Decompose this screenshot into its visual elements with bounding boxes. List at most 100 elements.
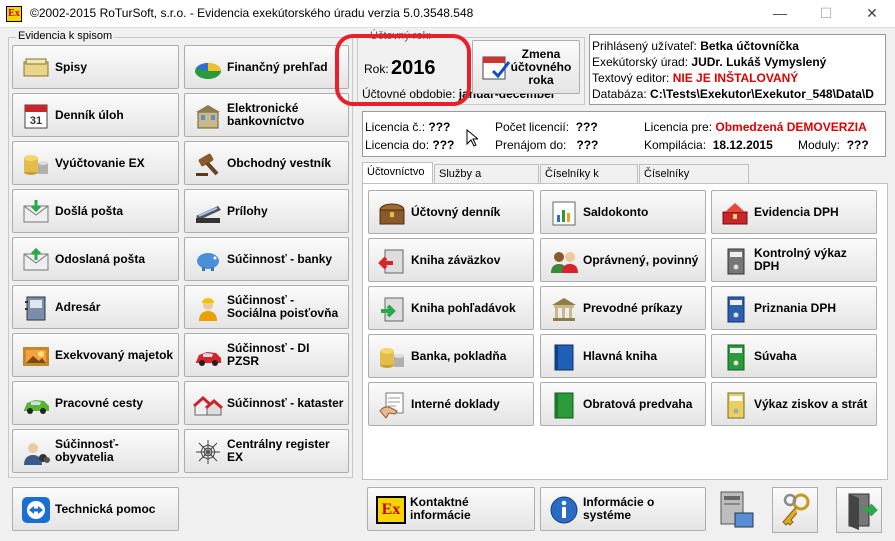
pracovne-cesty-button[interactable]: Pracovné cesty xyxy=(12,381,179,425)
teamviewer-icon xyxy=(22,497,50,523)
exekutor-logo-icon: Ex xyxy=(376,496,406,524)
sucinnost-kataster-button[interactable]: Súčinnosť - kataster xyxy=(184,381,349,425)
suvaha-label: Súvaha xyxy=(754,348,797,363)
sucinnost-di-pzsr-button[interactable]: Súčinnosť - DI PZSR xyxy=(184,333,349,377)
green-arrow-book-icon xyxy=(381,297,404,322)
centralny-register-ex-button[interactable]: Centrálny register EX xyxy=(184,429,349,473)
adresar-label: Adresár xyxy=(55,299,101,314)
maximize-button[interactable]: ☐ xyxy=(803,0,849,27)
vykaz-ziskov-a-strat-label: Výkaz ziskov a strát xyxy=(754,396,868,411)
prevodne-prikazy-button[interactable]: Prevodné príkazy xyxy=(540,286,706,330)
obratova-predvaha-button[interactable]: Obratová predvaha xyxy=(540,382,706,426)
pracovne-cesty-label: Pracovné cesty xyxy=(55,395,144,410)
title-bar: Ex ©2002-2015 RoTurSoft, s.r.o. - Eviden… xyxy=(0,0,895,28)
opravneny-povinny-label: Oprávnený, povinný xyxy=(583,252,699,267)
keys-button[interactable] xyxy=(772,487,818,533)
sucinnost-obyvatelia-button[interactable]: Súčinnosť- obyvatelia xyxy=(12,429,179,473)
tax-chest-icon xyxy=(722,203,748,225)
coins-icon xyxy=(380,348,404,368)
system-info-button[interactable]: Informácie o systéme xyxy=(540,487,706,531)
vyuctovanie-ex-button[interactable]: Vyúčtovanie EX xyxy=(12,141,179,185)
hand-document-icon xyxy=(379,392,404,419)
kniha-zavazkov-button[interactable]: Kniha záväzkov xyxy=(368,238,534,282)
sucinnost-obyvatelia-label: Súčinnosť- obyvatelia xyxy=(55,437,119,464)
evidencia-dph-button[interactable]: Evidencia DPH xyxy=(711,190,877,234)
user-info-row: Databáza: C:\Tests\Exekutor\Exekutor_548… xyxy=(592,87,874,101)
tab-accounting[interactable]: Účtovníctvo xyxy=(362,162,433,184)
two-persons-icon xyxy=(551,252,578,273)
system-info-label: Informácie o systéme xyxy=(583,495,655,522)
sucinnost-banky-label: Súčinnosť - banky xyxy=(227,251,333,266)
suvaha-button[interactable]: Súvaha xyxy=(711,334,877,378)
prilohy-label: Prílohy xyxy=(227,203,268,218)
kniha-zavazkov-label: Kniha záväzkov xyxy=(411,252,501,267)
uctovny-dennik-label: Účtovný denník xyxy=(411,204,501,219)
spider-web-icon xyxy=(196,440,220,464)
odoslana-posta-button[interactable]: Odoslaná pošta xyxy=(12,237,179,281)
license-for: Licencia pre: Obmedzená DEMOVERZIA xyxy=(644,120,867,134)
change-year-label: Zmena účtovného roka xyxy=(510,46,572,87)
address-book-icon xyxy=(25,296,46,321)
scanner-icon xyxy=(196,206,221,223)
elektronicke-bankovnictvo-label: Elektronické bankovníctvo xyxy=(227,101,305,128)
financny-prehlad-label: Finančný prehľad xyxy=(227,59,328,74)
opravneny-povinny-button[interactable]: Oprávnený, povinný xyxy=(540,238,706,282)
contact-info-button[interactable]: Ex Kontaktné informácie xyxy=(367,487,535,531)
bank-building-icon xyxy=(196,105,220,129)
minimize-button[interactable]: — xyxy=(757,0,803,27)
contact-info-label: Kontaktné informácie xyxy=(410,495,471,522)
mouse-cursor-icon xyxy=(466,129,478,147)
sucinnost-socialna-poistovna-label: Súčinnosť - Sociálna poisťovňa xyxy=(227,293,339,320)
gavel-icon xyxy=(196,153,219,176)
dosla-posta-button[interactable]: Došlá pošta xyxy=(12,189,179,233)
modules: Moduly: ??? xyxy=(798,138,869,152)
interne-doklady-label: Interné doklady xyxy=(411,396,500,411)
user-info-row: Prihlásený užívateľ: Betka účtovníčka xyxy=(592,39,799,53)
elektronicke-bankovnictvo-button[interactable]: Elektronické bankovníctvo xyxy=(184,93,349,137)
priznania-dph-button[interactable]: Priznania DPH xyxy=(711,286,877,330)
change-year-button[interactable]: Zmena účtovného roka xyxy=(472,40,580,94)
uctovny-dennik-button[interactable]: Účtovný denník xyxy=(368,190,534,234)
obchodny-vestnik-label: Obchodný vestník xyxy=(227,155,332,170)
green-binder-icon xyxy=(727,344,745,371)
treasure-chest-icon xyxy=(379,203,405,225)
vykaz-ziskov-a-strat-button[interactable]: Výkaz ziskov a strát xyxy=(711,382,877,426)
close-button[interactable]: ✕ xyxy=(849,0,895,27)
spisy-button[interactable]: Spisy xyxy=(12,45,179,89)
database-button[interactable] xyxy=(711,487,757,533)
license-count: Počet licencií: ??? xyxy=(495,120,598,134)
exit-button[interactable] xyxy=(836,487,882,533)
financny-prehlad-button[interactable]: Finančný prehľad xyxy=(184,45,349,89)
tab-services-settings[interactable]: Služby a nastavenia xyxy=(434,164,539,198)
tab-accounting-codebooks[interactable]: Číselníky účtovníctva xyxy=(639,164,749,198)
exekvovany-majetok-button[interactable]: Exekvovaný majetok xyxy=(12,333,179,377)
kniha-pohladavok-label: Kniha pohľadávok xyxy=(411,300,516,315)
technical-help-button[interactable]: Technická pomoc xyxy=(12,487,179,531)
adresar-button[interactable]: Adresár xyxy=(12,285,179,329)
obchodny-vestnik-button[interactable]: Obchodný vestník xyxy=(184,141,349,185)
spisy-label: Spisy xyxy=(55,59,88,74)
dennik-uloh-button[interactable]: 31 Denník úloh xyxy=(12,93,179,137)
prilohy-button[interactable]: Prílohy xyxy=(184,189,349,233)
info-icon xyxy=(550,496,578,524)
sucinnost-socialna-poistovna-button[interactable]: Súčinnosť - Sociálna poisťovňa xyxy=(184,285,349,329)
banka-pokladna-button[interactable]: Banka, pokladňa xyxy=(368,334,534,378)
technical-help-label: Technická pomoc xyxy=(55,501,156,516)
saldokonto-button[interactable]: Saldokonto xyxy=(540,190,706,234)
prevodne-prikazy-label: Prevodné príkazy xyxy=(583,300,683,315)
kontrolny-vykaz-dph-button[interactable]: Kontrolný výkaz DPH xyxy=(711,238,877,282)
green-book-icon xyxy=(554,392,574,419)
interne-doklady-button[interactable]: Interné doklady xyxy=(368,382,534,426)
kniha-pohladavok-button[interactable]: Kniha pohľadávok xyxy=(368,286,534,330)
highlight-circle xyxy=(335,34,471,106)
people-icon xyxy=(24,443,50,465)
svg-text:31: 31 xyxy=(30,115,42,127)
window-title: ©2002-2015 RoTurSoft, s.r.o. - Evidencia… xyxy=(30,6,474,20)
hlavna-kniha-button[interactable]: Hlavná kniha xyxy=(540,334,706,378)
app-icon: Ex xyxy=(6,6,22,22)
tab-file-codebooks[interactable]: Číselníky k spisom xyxy=(540,164,638,198)
user-info-row: Textový editor: NIE JE INŠTALOVANÝ xyxy=(592,71,799,85)
license-number: Licencia č.: ??? xyxy=(365,120,451,134)
sucinnost-banky-button[interactable]: Súčinnosť - banky xyxy=(184,237,349,281)
exit-door-icon xyxy=(848,493,878,530)
